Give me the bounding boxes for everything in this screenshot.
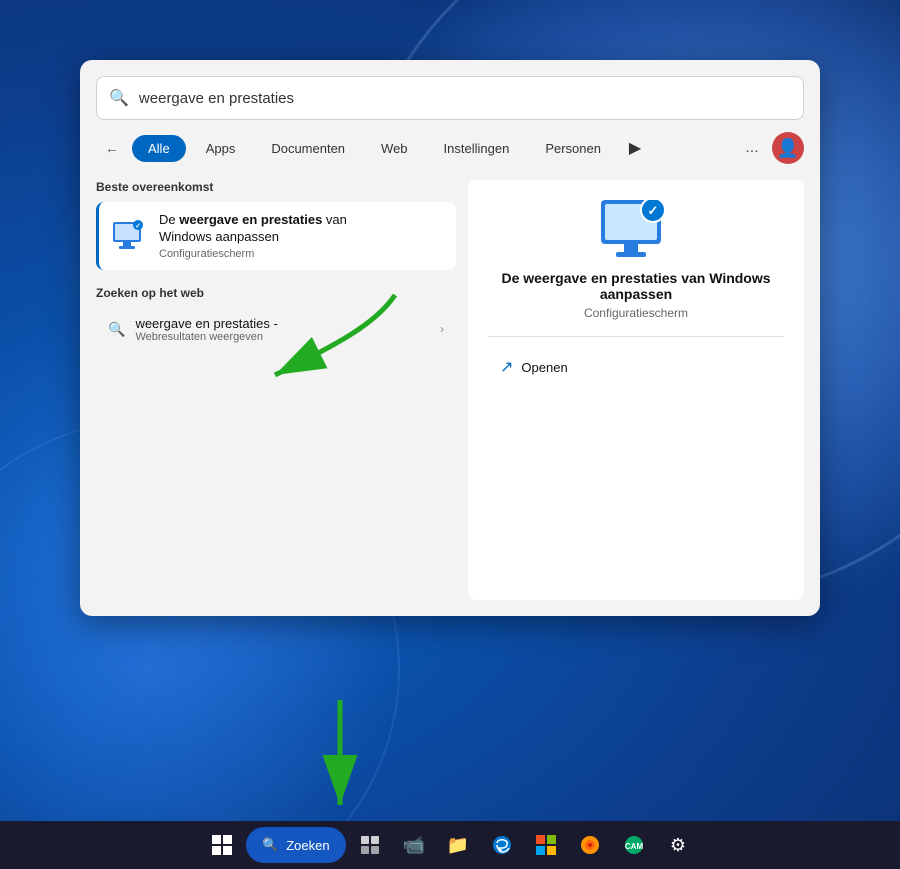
- web-item-subtitle: Webresultaten weergeven: [135, 331, 430, 343]
- taskbar-firefox-button[interactable]: [570, 825, 610, 865]
- taskview-icon: [360, 835, 380, 855]
- result-icon: ✓: [111, 218, 147, 254]
- taskbar-start-button[interactable]: [202, 825, 242, 865]
- tab-personen[interactable]: Personen: [529, 135, 617, 162]
- tab-more-button[interactable]: ▶: [621, 134, 649, 162]
- explorer-icon: 📁: [447, 835, 469, 856]
- preview-icon-wrapper: ✓: [596, 200, 676, 270]
- taskbar-search-icon: 🔍: [262, 837, 278, 853]
- taskbar-settings-button[interactable]: ⚙: [658, 825, 698, 865]
- search-input[interactable]: [139, 90, 791, 107]
- preview-monitor-icon: ✓: [596, 200, 676, 268]
- tab-web[interactable]: Web: [365, 135, 424, 162]
- result-subtitle: Configuratiescherm: [159, 248, 444, 260]
- search-box-container: 🔍: [96, 76, 804, 120]
- best-match-result[interactable]: ✓ De weergave en prestaties vanWindows a…: [96, 202, 456, 270]
- preview-action-label: Openen: [521, 360, 567, 375]
- chevron-right-icon: ›: [440, 322, 444, 336]
- taskbar-search-button[interactable]: 🔍 Zoeken: [246, 827, 346, 863]
- taskbar-store-button[interactable]: [526, 825, 566, 865]
- open-icon: ↗: [500, 357, 513, 377]
- taskbar-search-label: Zoeken: [286, 838, 329, 853]
- teams-icon: 📹: [403, 835, 425, 856]
- results-right-panel: ✓ De weergave en prestaties van Windows …: [468, 180, 804, 600]
- taskbar-explorer-button[interactable]: 📁: [438, 825, 478, 865]
- svg-text:✓: ✓: [648, 203, 659, 218]
- results-left-panel: Beste overeenkomst ✓ De w: [96, 180, 456, 600]
- preview-subtitle: Configuratiescherm: [584, 306, 688, 320]
- preview-divider: [488, 336, 784, 337]
- tab-instellingen[interactable]: Instellingen: [428, 135, 526, 162]
- user-avatar[interactable]: 👤: [772, 132, 804, 164]
- taskbar-cam-button[interactable]: CAM: [614, 825, 654, 865]
- tab-documenten[interactable]: Documenten: [255, 135, 361, 162]
- cam-icon: CAM: [624, 835, 644, 855]
- settings-icon: ⚙: [670, 835, 686, 856]
- web-search-icon: 🔍: [108, 321, 125, 338]
- monitor-settings-icon: ✓: [111, 218, 147, 254]
- firefox-icon: [580, 835, 600, 855]
- taskbar-teams-button[interactable]: 📹: [394, 825, 434, 865]
- avatar-icon: 👤: [777, 138, 799, 159]
- windows-logo-icon: [212, 835, 232, 855]
- taskbar-edge-button[interactable]: [482, 825, 522, 865]
- web-result-item[interactable]: 🔍 weergave en prestaties - Webresultaten…: [96, 308, 456, 351]
- filter-tabs: ← Alle Apps Documenten Web Instellingen …: [96, 132, 804, 164]
- web-results-section: Zoeken op het web 🔍 weergave en prestati…: [96, 286, 456, 351]
- edge-icon: [492, 835, 512, 855]
- tab-alle[interactable]: Alle: [132, 135, 186, 162]
- result-title: De weergave en prestaties vanWindows aan…: [159, 212, 444, 246]
- web-item-text: weergave en prestaties - Webresultaten w…: [135, 316, 430, 343]
- preview-open-action[interactable]: ↗ Openen: [488, 349, 784, 385]
- svg-text:✓: ✓: [135, 223, 141, 230]
- store-icon: [536, 835, 556, 855]
- svg-text:CAM: CAM: [625, 842, 644, 851]
- tab-options-button[interactable]: ...: [736, 132, 768, 164]
- result-text: De weergave en prestaties vanWindows aan…: [159, 212, 444, 260]
- search-content: Beste overeenkomst ✓ De w: [96, 180, 804, 600]
- taskbar: 🔍 Zoeken 📹 📁: [0, 821, 900, 869]
- web-section-label: Zoeken op het web: [96, 286, 456, 300]
- best-match-label: Beste overeenkomst: [96, 180, 456, 194]
- back-button[interactable]: ←: [96, 132, 128, 164]
- preview-title: De weergave en prestaties van Windows aa…: [488, 270, 784, 302]
- search-icon: 🔍: [109, 88, 129, 108]
- search-panel: 🔍 ← Alle Apps Documenten Web Instellinge…: [80, 60, 820, 616]
- taskbar-taskview-button[interactable]: [350, 825, 390, 865]
- web-item-title: weergave en prestaties -: [135, 316, 430, 331]
- tab-apps[interactable]: Apps: [190, 135, 252, 162]
